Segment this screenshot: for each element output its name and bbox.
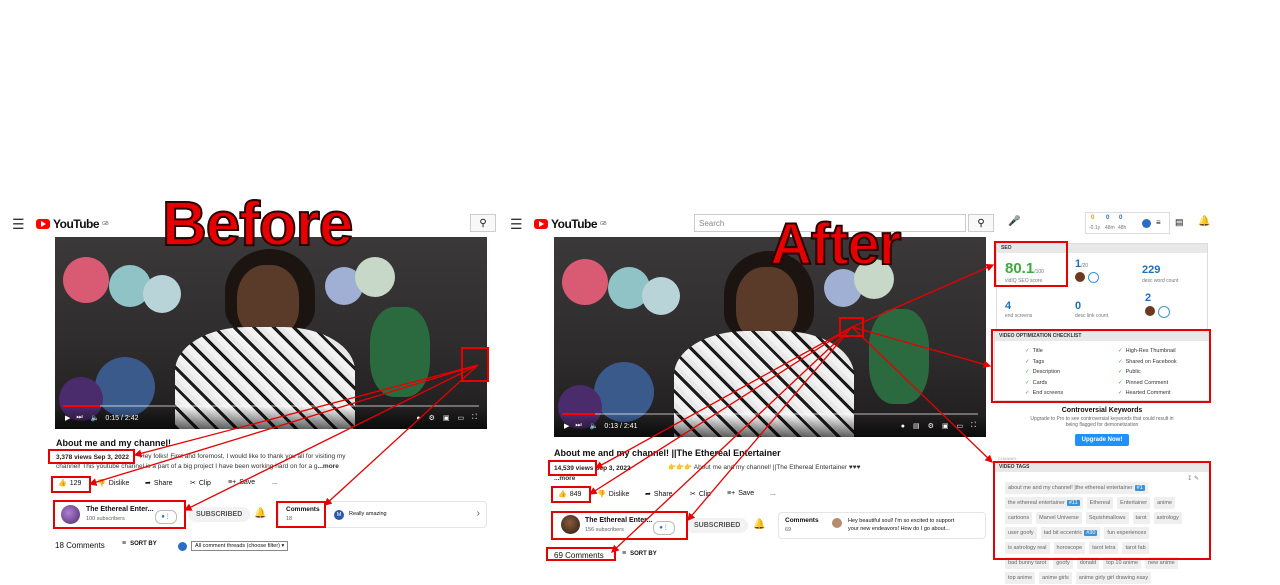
arrow bbox=[851, 264, 995, 328]
arrow bbox=[324, 364, 479, 506]
video-tag[interactable]: top anime bbox=[1005, 572, 1036, 584]
arrow bbox=[588, 326, 853, 495]
video-tag[interactable]: anime girly girl drawing easy bbox=[1075, 572, 1152, 584]
arrow bbox=[88, 364, 479, 486]
video-tag[interactable]: anime girls bbox=[1039, 572, 1072, 584]
annotation-arrows bbox=[88, 264, 995, 553]
arrow bbox=[183, 364, 479, 511]
arrow bbox=[133, 364, 479, 458]
arrow bbox=[687, 326, 853, 521]
